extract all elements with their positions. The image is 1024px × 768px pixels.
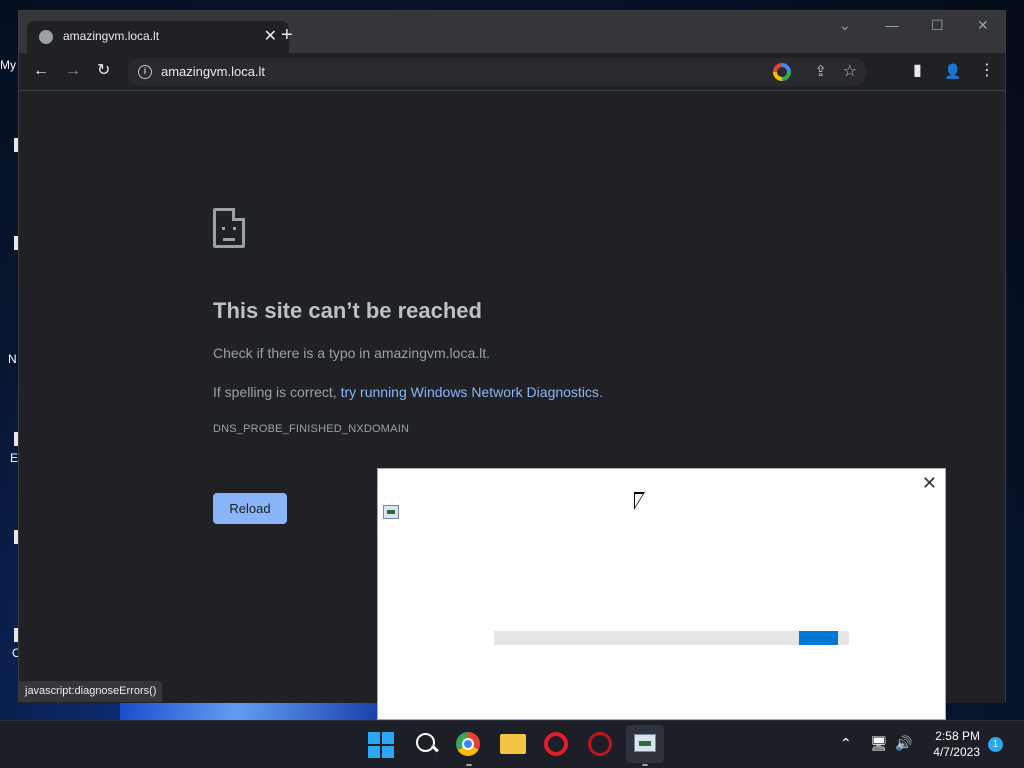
progress-fill	[799, 631, 838, 645]
network-diagnostics-taskbar-icon[interactable]	[626, 725, 664, 763]
tab-active[interactable]: amazingvm.loca.lt ✕	[27, 21, 289, 53]
error-title: This site can’t be reached	[213, 298, 482, 323]
new-tab-button[interactable]: +	[281, 25, 293, 45]
minimize-button[interactable]: —	[885, 17, 899, 33]
file-explorer-icon[interactable]	[500, 734, 526, 754]
globe-icon	[39, 30, 53, 44]
desktop-icon-label[interactable]: C	[0, 646, 21, 660]
reload-button[interactable]: Reload	[213, 493, 287, 524]
desktop-icon[interactable]	[0, 628, 20, 642]
maximize-button[interactable]: ☐	[931, 17, 944, 34]
desktop-icon[interactable]	[0, 432, 20, 446]
dialog-close-icon[interactable]: ✕	[922, 473, 937, 494]
reload-icon-button[interactable]: ↻	[97, 61, 110, 81]
desktop-icon-label[interactable]: E	[0, 451, 18, 465]
tab-title: amazingvm.loca.lt	[63, 29, 160, 43]
clock[interactable]: 2:58 PM 4/7/2023	[924, 728, 980, 760]
error-code: DNS_PROBE_FINISHED_NXDOMAIN	[213, 423, 410, 435]
typo-hint: Check if there is a typo in amazingvm.lo…	[213, 345, 491, 361]
profile-icon[interactable]: 👤	[944, 61, 961, 81]
desktop-icon-label[interactable]: My	[0, 58, 18, 72]
opera-icon[interactable]	[544, 732, 568, 756]
opera-gx-icon[interactable]	[588, 732, 612, 756]
close-window-button[interactable]: ✕	[977, 17, 989, 34]
chrome-icon[interactable]	[456, 732, 480, 756]
tab-close-icon[interactable]: ✕	[264, 26, 277, 46]
taskbar: ⌃ 🖥 🔊 2:58 PM 4/7/2023 1	[0, 720, 1024, 768]
toolbar: ← → ↻ i amazingvm.loca.lt ⇪ ☆ ▮ 👤 ⋮	[19, 53, 1005, 91]
url-text[interactable]: amazingvm.loca.lt	[161, 64, 265, 79]
running-indicator	[642, 764, 648, 766]
running-indicator	[466, 764, 472, 766]
desktop-icon-label[interactable]: N	[0, 352, 18, 366]
tab-strip: amazingvm.loca.lt ✕ + ⌄ — ☐ ✕	[19, 11, 1005, 53]
search-icon[interactable]	[413, 730, 441, 758]
volume-icon[interactable]: 🔊	[895, 735, 912, 752]
diagnostics-hint: If spelling is correct, try running Wind…	[213, 384, 603, 400]
start-icon[interactable]	[368, 732, 394, 758]
back-button[interactable]: ←	[33, 61, 49, 81]
desktop-icon[interactable]	[0, 236, 20, 250]
share-icon[interactable]: ⇪	[814, 62, 827, 80]
status-bar: javascript:diagnoseErrors()	[19, 681, 163, 702]
info-icon[interactable]: i	[138, 65, 152, 79]
desktop-icon[interactable]	[0, 530, 20, 544]
side-panel-icon[interactable]: ▮	[913, 61, 922, 81]
network-diagnostics-icon	[383, 505, 399, 519]
bookmark-star-icon[interactable]: ☆	[843, 61, 857, 81]
notification-badge[interactable]: 1	[988, 737, 1003, 752]
network-icon[interactable]: 🖥	[870, 735, 888, 752]
sad-page-icon	[213, 208, 245, 248]
address-bar[interactable]: i amazingvm.loca.lt ⇪ ☆	[127, 58, 867, 86]
clock-date: 4/7/2023	[933, 745, 980, 759]
google-icon[interactable]	[773, 63, 791, 81]
tab-search-icon[interactable]: ⌄	[839, 17, 851, 34]
diagnostics-dialog: ✕	[377, 468, 946, 720]
diagnostics-link[interactable]: try running Windows Network Diagnostics	[341, 384, 599, 400]
diagnostics-suffix: .	[598, 384, 603, 400]
forward-button[interactable]: →	[65, 61, 81, 81]
wallpaper-swirl	[120, 700, 380, 720]
mouse-cursor	[634, 492, 645, 510]
menu-icon[interactable]: ⋮	[979, 61, 995, 81]
progress-bar	[494, 631, 849, 645]
desktop-icon[interactable]	[0, 138, 20, 152]
diagnostics-prefix: If spelling is correct,	[213, 384, 341, 400]
tray-overflow-icon[interactable]: ⌃	[840, 735, 852, 752]
clock-time: 2:58 PM	[935, 729, 980, 743]
